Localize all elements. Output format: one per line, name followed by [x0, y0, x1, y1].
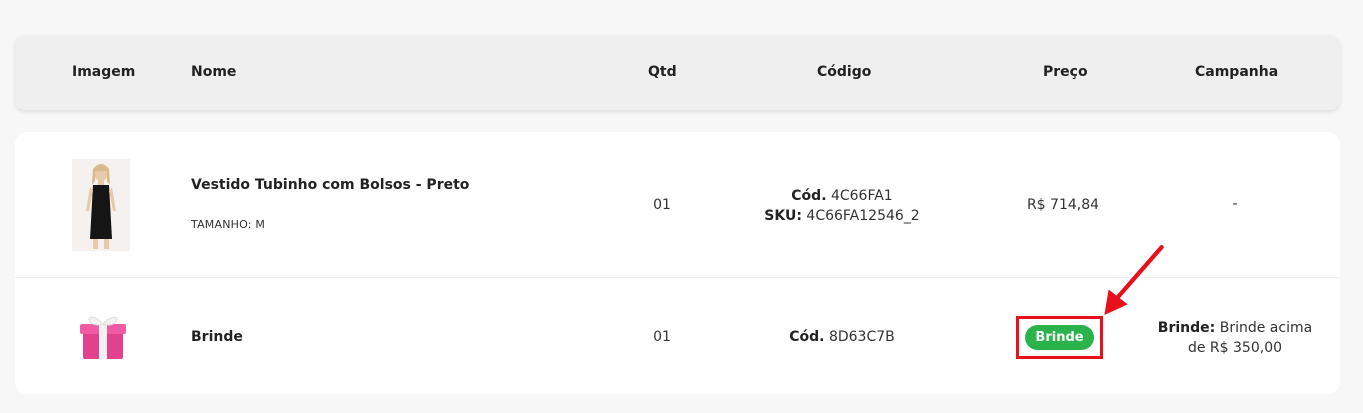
header-name: Nome	[191, 64, 237, 80]
gift-campaign: Brinde: Brinde acima de R$ 350,00	[1150, 318, 1320, 358]
gift-code: Cód. 8D63C7B	[742, 329, 942, 345]
sku-value: 4C66FA12546_2	[806, 208, 920, 224]
code-label: Cód.	[789, 329, 825, 345]
product-campaign: -	[1232, 196, 1238, 212]
product-qty: 01	[653, 197, 671, 213]
red-arrow-icon	[1104, 245, 1164, 315]
table-header: Imagem Nome Qtd Código Preço Campanha	[15, 35, 1340, 110]
code-label: Cód.	[791, 188, 827, 204]
gift-price-badge: Brinde	[1025, 325, 1094, 350]
campaign-line-2: de R$ 350,00	[1187, 340, 1283, 356]
campaign-label: Brinde:	[1157, 320, 1216, 336]
code-value: 4C66FA1	[830, 188, 893, 204]
product-image	[72, 159, 130, 251]
gift-box-icon	[79, 311, 127, 361]
product-price: R$ 714,84	[1026, 197, 1100, 213]
header-price: Preço	[1043, 64, 1088, 80]
campaign-text-1: Brinde acima	[1219, 320, 1313, 336]
dress-photo	[72, 159, 130, 251]
header-code: Código	[817, 64, 872, 80]
product-code: Cód. 4C66FA1	[742, 186, 942, 206]
product-variant: TAMANHO: M	[191, 218, 266, 231]
product-sku: SKU: 4C66FA12546_2	[742, 206, 942, 226]
gift-name: Brinde	[191, 329, 243, 345]
header-qty: Qtd	[648, 64, 677, 80]
gift-qty: 01	[653, 329, 671, 345]
code-value: 8D63C7B	[828, 329, 895, 345]
sku-label: SKU:	[764, 208, 802, 224]
header-image: Imagem	[72, 64, 136, 80]
product-name: Vestido Tubinho com Bolsos - Preto	[191, 177, 470, 193]
campaign-line-1: Brinde: Brinde acima	[1150, 318, 1320, 338]
product-code-block: Cód. 4C66FA1 SKU: 4C66FA12546_2	[742, 186, 942, 226]
header-campaign: Campanha	[1195, 64, 1279, 80]
highlight-box: Brinde	[1016, 316, 1103, 359]
